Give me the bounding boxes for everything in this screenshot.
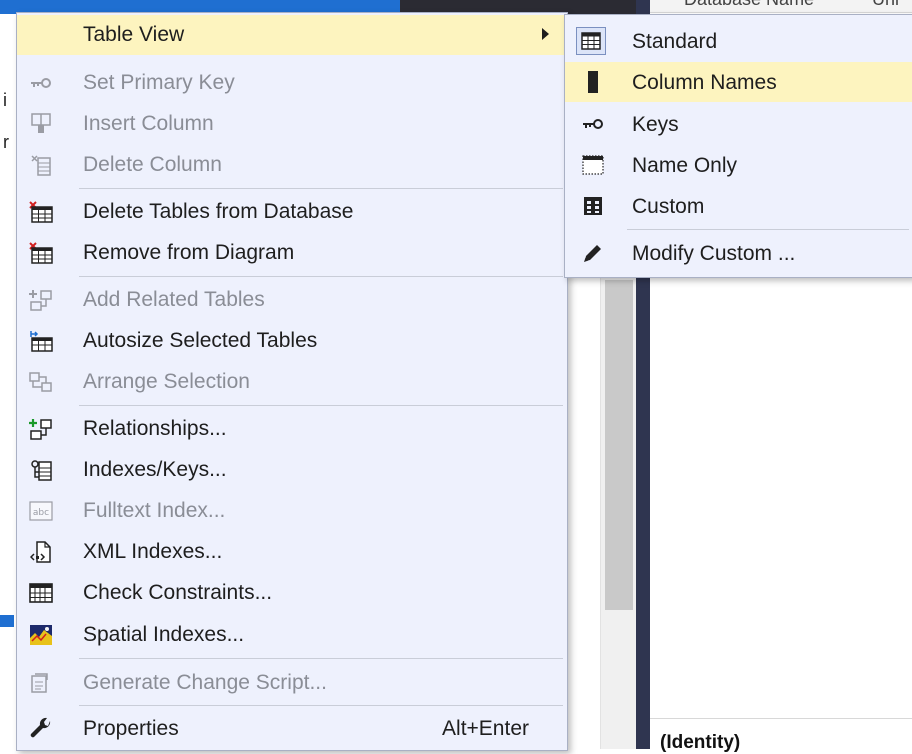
menu-separator: [79, 405, 563, 406]
wrench-icon: [29, 717, 53, 740]
grid-header-unique: Uni: [872, 0, 899, 10]
submenu-item-label: Custom: [632, 195, 705, 218]
delete-column-icon: [29, 154, 53, 176]
submenu-item-modify-custom[interactable]: Modify Custom ...: [565, 233, 912, 273]
properties-divider: [650, 718, 912, 719]
submenu-separator: [627, 229, 909, 230]
table-view-submenu: Standard Column Names Keys Name Only Cus…: [564, 14, 912, 278]
menu-item-label: Insert Column: [83, 112, 214, 135]
menu-item-generate-change-script[interactable]: Generate Change Script...: [17, 663, 567, 703]
xml-index-icon: [29, 541, 53, 563]
pencil-icon: [581, 242, 605, 264]
keys-icon: [581, 113, 605, 135]
background-text-fragment: i: [3, 90, 7, 110]
menu-item-label: Remove from Diagram: [83, 241, 295, 264]
menu-item-arrange-selection[interactable]: Arrange Selection: [17, 362, 567, 402]
name-only-icon: [581, 154, 605, 176]
menu-item-label: Set Primary Key: [83, 71, 235, 94]
menu-item-label: XML Indexes...: [83, 540, 223, 563]
menu-item-fulltext-index[interactable]: abc Fulltext Index...: [17, 491, 567, 531]
submenu-item-label: Keys: [632, 113, 679, 136]
submenu-item-label: Standard: [632, 30, 718, 53]
menu-item-label: Spatial Indexes...: [83, 623, 245, 646]
delete-table-icon: [29, 201, 53, 223]
menu-item-spatial-indexes[interactable]: Spatial Indexes...: [17, 615, 567, 655]
menu-separator: [79, 705, 563, 706]
grid-header-database-name: Database Name: [684, 0, 814, 10]
submenu-arrow-icon: [542, 28, 549, 40]
submenu-item-name-only[interactable]: Name Only: [565, 145, 912, 185]
custom-view-icon: [581, 195, 605, 217]
menu-item-insert-column[interactable]: Insert Column: [17, 104, 567, 144]
menu-item-label: Delete Tables from Database: [83, 200, 354, 223]
submenu-item-keys[interactable]: Keys: [565, 104, 912, 144]
menu-item-delete-column[interactable]: Delete Column: [17, 145, 567, 185]
menu-separator: [79, 658, 563, 659]
menu-separator: [79, 276, 563, 277]
menu-item-remove-from-diagram[interactable]: Remove from Diagram: [17, 233, 567, 273]
menu-item-label: Check Constraints...: [83, 581, 273, 604]
indexes-keys-icon: [29, 459, 53, 481]
menu-item-set-primary-key[interactable]: Set Primary Key: [17, 63, 567, 103]
menu-item-properties[interactable]: Properties Alt+Enter: [17, 709, 567, 749]
submenu-item-standard[interactable]: Standard: [565, 21, 912, 61]
spatial-index-icon: [29, 624, 53, 646]
scrollbar-thumb[interactable]: [605, 280, 633, 610]
context-menu: Table View Set Primary Key Insert Column…: [16, 12, 568, 751]
menu-item-table-view[interactable]: Table View: [17, 15, 567, 55]
arrange-icon: [29, 371, 53, 393]
menu-item-label: Autosize Selected Tables: [83, 329, 318, 352]
background-left-panel: i r: [0, 14, 14, 749]
background-text-fragment: r: [3, 132, 9, 152]
menu-item-label: Fulltext Index...: [83, 499, 226, 522]
menu-item-label: Properties: [83, 717, 179, 740]
check-constraints-icon: [29, 582, 53, 604]
submenu-item-custom[interactable]: Custom: [565, 186, 912, 226]
menu-item-add-related-tables[interactable]: Add Related Tables: [17, 280, 567, 320]
key-icon: [29, 72, 53, 94]
menu-item-label: Table View: [83, 23, 185, 46]
relationships-icon: [29, 418, 53, 440]
standard-view-icon: [576, 27, 606, 55]
submenu-item-label: Name Only: [632, 154, 738, 177]
submenu-item-column-names[interactable]: Column Names: [565, 62, 912, 102]
menu-item-label: Indexes/Keys...: [83, 458, 227, 481]
vertical-scrollbar[interactable]: [600, 270, 637, 749]
menu-item-label: Relationships...: [83, 417, 227, 440]
menu-item-xml-indexes[interactable]: XML Indexes...: [17, 532, 567, 572]
svg-text:abc: abc: [33, 508, 49, 518]
menu-item-indexes-keys[interactable]: Indexes/Keys...: [17, 450, 567, 490]
menu-separator: [79, 188, 563, 189]
menu-item-label: Add Related Tables: [83, 288, 265, 311]
menu-item-check-constraints[interactable]: Check Constraints...: [17, 573, 567, 613]
properties-identity-label: (Identity): [660, 732, 741, 753]
menu-item-label: Delete Column: [83, 153, 222, 176]
submenu-item-label: Modify Custom ...: [632, 242, 796, 265]
fulltext-index-icon: abc: [29, 500, 53, 522]
menu-item-shortcut: Alt+Enter: [442, 717, 529, 740]
menu-item-label: Arrange Selection: [83, 370, 250, 393]
remove-table-icon: [29, 242, 53, 264]
background-selection-bar: [0, 615, 14, 627]
column-names-icon: [581, 71, 605, 93]
menu-item-relationships[interactable]: Relationships...: [17, 409, 567, 449]
autosize-table-icon: [29, 330, 53, 352]
submenu-item-label: Column Names: [632, 71, 777, 94]
add-related-tables-icon: [29, 289, 53, 311]
menu-item-label: Generate Change Script...: [83, 671, 327, 694]
change-script-icon: [29, 672, 53, 694]
menu-item-autosize-selected-tables[interactable]: Autosize Selected Tables: [17, 321, 567, 361]
insert-column-icon: [29, 113, 53, 135]
grid-header: Database Name Uni: [650, 0, 912, 13]
menu-item-delete-tables-from-database[interactable]: Delete Tables from Database: [17, 192, 567, 232]
